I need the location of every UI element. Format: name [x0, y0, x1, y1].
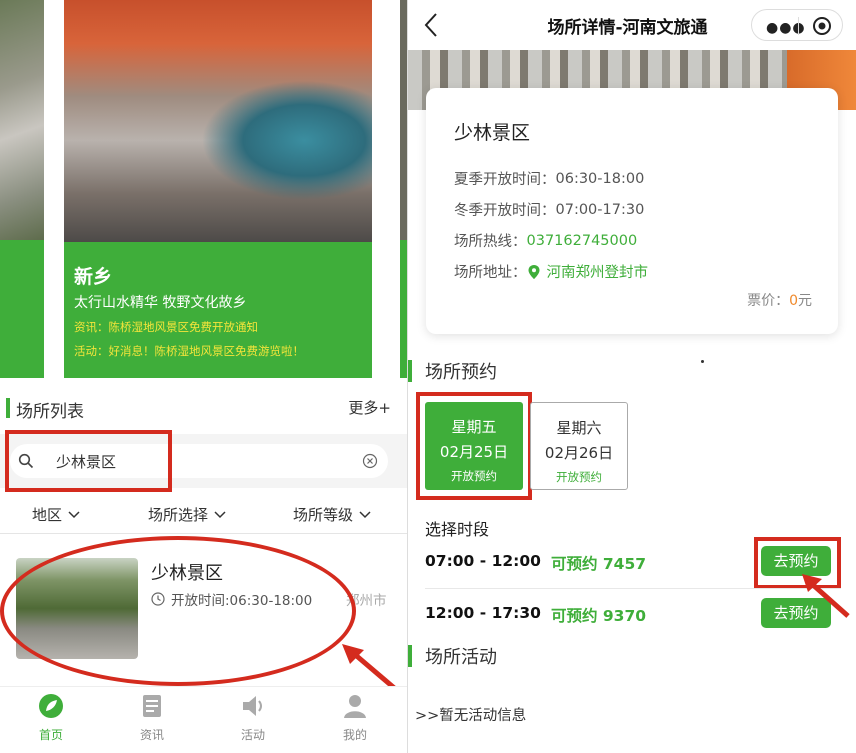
slot-availability: 可预约 7457 — [551, 555, 647, 573]
tab-mine[interactable]: 我的 — [325, 693, 385, 743]
hotline: 场所热线： 037162745000 — [454, 230, 637, 251]
speaker-icon — [243, 696, 262, 716]
winter-hours-label: 冬季开放时间： — [454, 203, 556, 219]
venue-highlight-ellipse — [0, 536, 356, 686]
slot-time: 12:00 - 17:30 — [425, 604, 541, 622]
chevron-down-icon — [68, 510, 80, 518]
banner-slide-prev[interactable] — [0, 0, 44, 378]
banner-slide-next[interactable] — [400, 0, 407, 378]
venue-list-header: 场所列表 更多+ — [0, 392, 407, 424]
filter-venue-type-label: 场所选择 — [148, 506, 209, 524]
location-pin-icon — [528, 264, 539, 279]
slot-availability: 可预约 9370 — [551, 607, 647, 625]
venue-detail-screen: 场所详情-河南文旅通 ●●● 少林景区 夏季开放时间： 06:30-18:00 … — [407, 0, 856, 753]
booking-header: 场所预约 — [408, 356, 856, 386]
day-option-saturday[interactable]: 星期六 02月26日 开放预约 — [530, 402, 628, 490]
screenshot-composite: 新乡 太行山水精华 牧野文化故乡 资讯：陈桥湿地风景区免费开放通知 活动：好消息… — [0, 0, 856, 753]
address-value[interactable]: 河南郑州登封市 — [547, 261, 649, 282]
hotline-number[interactable]: 037162745000 — [527, 233, 638, 249]
winter-hours-value: 07:00-17:30 — [555, 201, 645, 218]
summer-hours-value: 06:30-18:00 — [555, 170, 645, 187]
price-label: 票价： — [747, 293, 790, 309]
banner-photo-next — [400, 0, 407, 240]
venue-info-card: 少林景区 夏季开放时间： 06:30-18:00 冬季开放时间： 07:00-1… — [426, 88, 838, 334]
address: 场所地址： 河南郑州登封市 — [454, 261, 648, 282]
section-accent-bar — [408, 360, 412, 382]
nav-bar: 场所详情-河南文旅通 ●●● — [408, 0, 856, 50]
tab-news-label: 资讯 — [139, 728, 164, 742]
tab-activity[interactable]: 活动 — [223, 693, 283, 743]
filter-level[interactable]: 场所等级 — [293, 504, 371, 525]
news-icon — [143, 695, 161, 717]
more-link[interactable]: 更多+ — [348, 397, 391, 418]
clear-icon[interactable] — [362, 453, 378, 469]
banner-photo-prev — [0, 0, 44, 240]
banner-city-name: 新乡 — [74, 266, 113, 288]
tab-news[interactable]: 资讯 — [122, 693, 182, 743]
banner-slide-current[interactable]: 新乡 太行山水精华 牧野文化故乡 资讯：陈桥湿地风景区免费开放通知 活动：好消息… — [64, 0, 372, 378]
activity-title: 场所活动 — [425, 647, 497, 668]
address-label: 场所地址： — [454, 265, 527, 281]
annotation-arrow-icon — [802, 574, 850, 618]
user-icon — [344, 695, 366, 718]
search-highlight-box — [5, 430, 172, 492]
capsule-divider — [798, 17, 799, 35]
section-title: 场所列表 — [16, 402, 84, 422]
winter-hours: 冬季开放时间： 07:00-17:30 — [454, 199, 644, 220]
price-unit: 元 — [798, 293, 812, 309]
more-dots-icon[interactable]: ●●● — [766, 20, 806, 36]
tab-activity-label: 活动 — [240, 728, 265, 742]
section-accent-bar — [6, 398, 10, 418]
section-accent-bar — [408, 645, 412, 667]
ticket-price: 票价：0元 — [747, 290, 812, 310]
slot-time: 07:00 - 12:00 — [425, 552, 541, 570]
banner-activity[interactable]: 活动：好消息！陈桥湿地风景区免费游览啦！ — [74, 343, 304, 359]
tab-home[interactable]: 首页 — [21, 693, 81, 743]
filter-venue-type[interactable]: 场所选择 — [148, 504, 226, 525]
filter-region-label: 地区 — [32, 506, 63, 524]
day-weekday: 星期六 — [556, 419, 602, 437]
day-status: 开放预约 — [556, 470, 602, 484]
day-highlight-box — [416, 392, 532, 500]
filter-level-label: 场所等级 — [293, 506, 354, 524]
city-banner-carousel[interactable]: 新乡 太行山水精华 牧野文化故乡 资讯：陈桥湿地风景区免费开放通知 活动：好消息… — [0, 0, 407, 378]
chevron-down-icon — [359, 510, 371, 518]
bottom-tab-bar: 首页 资讯 活动 我的 — [0, 686, 407, 753]
slot-divider — [425, 588, 841, 589]
home-leaf-icon — [39, 694, 63, 718]
miniprogram-capsule: ●●● — [751, 9, 843, 41]
chevron-down-icon — [214, 510, 226, 518]
venue-name: 少林景区 — [454, 122, 531, 144]
venue-list-screen: 新乡 太行山水精华 牧野文化故乡 资讯：陈桥湿地风景区免费开放通知 活动：好消息… — [0, 0, 407, 753]
filter-region[interactable]: 地区 — [32, 504, 80, 525]
filter-bar: 地区 场所选择 场所等级 — [0, 498, 407, 534]
banner-photo-canyon — [64, 0, 372, 242]
close-target-icon[interactable] — [812, 16, 832, 36]
tab-home-label: 首页 — [38, 728, 63, 742]
time-slot-row: 12:00 - 17:30 可预约 9370 去预约 — [425, 592, 841, 636]
hotline-label: 场所热线： — [454, 234, 527, 250]
no-activity-text: >>暂无活动信息 — [415, 708, 527, 724]
price-value: 0 — [789, 293, 798, 309]
activity-header: 场所活动 — [408, 641, 856, 671]
banner-news[interactable]: 资讯：陈桥湿地风景区免费开放通知 — [74, 319, 258, 335]
booking-title: 场所预约 — [425, 362, 497, 383]
summer-hours: 夏季开放时间： 06:30-18:00 — [454, 168, 644, 189]
day-date: 02月26日 — [544, 444, 614, 462]
banner-subtitle: 太行山水精华 牧野文化故乡 — [74, 295, 247, 311]
choose-slot-label: 选择时段 — [425, 520, 490, 539]
tab-mine-label: 我的 — [342, 728, 367, 742]
summer-hours-label: 夏季开放时间： — [454, 172, 556, 188]
